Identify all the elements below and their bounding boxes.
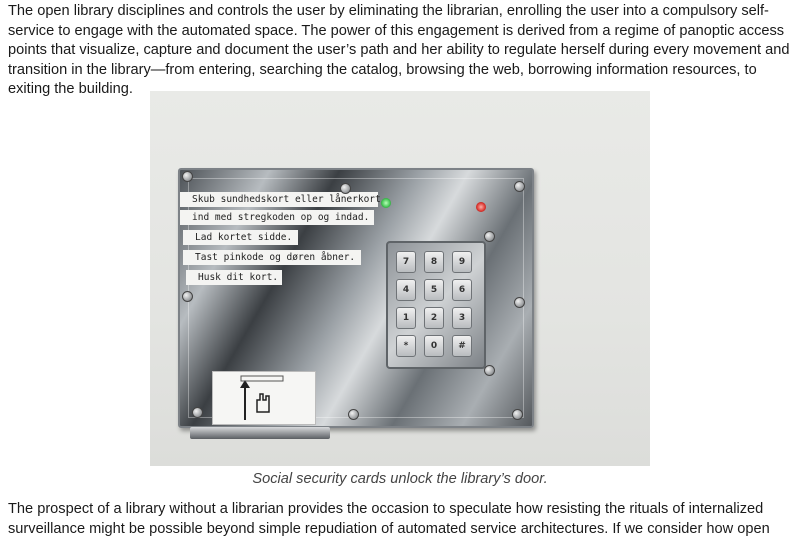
screw-icon: [514, 181, 525, 192]
figure-caption: Social security cards unlock the library…: [252, 471, 548, 487]
key-9[interactable]: 9: [452, 251, 472, 273]
screw-icon: [512, 409, 523, 420]
key-7[interactable]: 7: [396, 251, 416, 273]
figure: Skub sundhedskort eller lånerkort ind me…: [150, 91, 650, 466]
screw-icon: [192, 407, 203, 418]
key-hash[interactable]: #: [452, 335, 472, 357]
key-8[interactable]: 8: [424, 251, 444, 273]
screw-icon: [484, 231, 495, 242]
screw-icon: [514, 297, 525, 308]
key-4[interactable]: 4: [396, 279, 416, 301]
screw-icon: [484, 365, 495, 376]
red-led-icon: [476, 202, 486, 212]
screw-icon: [182, 171, 193, 182]
key-0[interactable]: 0: [424, 335, 444, 357]
sign-line-3: Lad kortet sidde.: [183, 230, 298, 245]
card-insert-sticker: [212, 371, 316, 425]
screw-icon: [340, 183, 351, 194]
sign-line-2: ind med stregkoden op og indad.: [180, 210, 374, 225]
paragraph-continuation: The prospect of a library without a libr…: [8, 501, 770, 537]
sign-line-4: Tast pinkode og døren åbner.: [183, 250, 361, 265]
screw-icon: [348, 409, 359, 420]
key-3[interactable]: 3: [452, 307, 472, 329]
pin-keypad[interactable]: 7 8 9 4 5 6 1 2 3 * 0 #: [386, 241, 486, 369]
green-led-icon: [381, 198, 391, 208]
key-5[interactable]: 5: [424, 279, 444, 301]
card-insert-arrow-icon: [240, 375, 284, 420]
sign-line-5: Husk dit kort.: [186, 270, 282, 285]
key-2[interactable]: 2: [424, 307, 444, 329]
screw-icon: [182, 291, 193, 302]
key-6[interactable]: 6: [452, 279, 472, 301]
door-lock-photo: Skub sundhedskort eller lånerkort ind me…: [150, 91, 650, 466]
key-1[interactable]: 1: [396, 307, 416, 329]
key-star[interactable]: *: [396, 335, 416, 357]
paragraph-intro: The open library disciplines and control…: [8, 3, 790, 97]
card-slot[interactable]: [190, 427, 330, 439]
sign-line-1: Skub sundhedskort eller lånerkort: [180, 192, 381, 207]
